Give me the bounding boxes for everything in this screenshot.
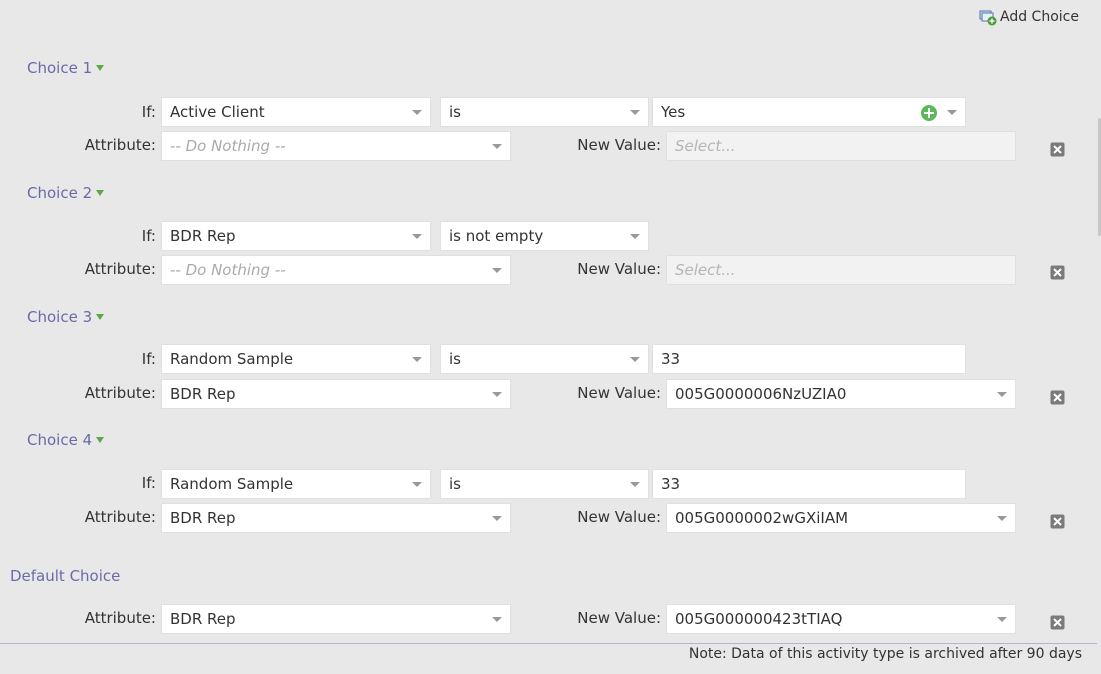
new-value-select[interactable]: 005G0000002wGXiIAM	[666, 503, 1016, 533]
choice-1-header[interactable]: Choice 1	[27, 59, 105, 77]
add-choice-icon	[979, 10, 997, 26]
default-choice-header: Default Choice	[10, 567, 121, 585]
new-value-label: New Value:	[577, 508, 661, 526]
if-label: If:	[141, 103, 156, 121]
attribute-label: Attribute:	[84, 136, 156, 154]
delete-x-icon[interactable]	[1050, 265, 1065, 280]
chevron-down-icon	[630, 110, 640, 115]
choice-2-title: Choice 2	[27, 184, 93, 202]
attribute-label: Attribute:	[84, 508, 156, 526]
new-value-label: New Value:	[577, 609, 661, 627]
choice-3-header[interactable]: Choice 3	[27, 308, 105, 326]
plus-circle-icon[interactable]	[920, 104, 938, 122]
chevron-down-icon	[997, 392, 1007, 397]
chevron-down-icon	[947, 110, 957, 115]
if-field-select[interactable]: Random Sample	[161, 344, 431, 374]
add-choice-button[interactable]: Add Choice	[979, 8, 1079, 26]
add-choice-label: Add Choice	[1000, 9, 1079, 25]
if-label: If:	[141, 474, 156, 492]
chevron-down-icon	[412, 482, 422, 487]
new-value-label: New Value:	[577, 384, 661, 402]
choice-3-title: Choice 3	[27, 308, 93, 326]
if-label: If:	[141, 227, 156, 245]
delete-x-icon[interactable]	[1050, 514, 1065, 529]
chevron-down-icon	[412, 357, 422, 362]
new-value-select[interactable]: 005G0000006NzUZIA0	[666, 379, 1016, 409]
chevron-down-icon	[630, 357, 640, 362]
if-label: If:	[141, 350, 156, 368]
scrollbar[interactable]	[1097, 0, 1101, 674]
chevron-down-icon	[997, 516, 1007, 521]
chevron-down-icon	[492, 617, 502, 622]
new-value-input[interactable]: Select...	[666, 255, 1016, 285]
chevron-down-icon	[492, 392, 502, 397]
chevron-down-icon	[492, 516, 502, 521]
attribute-label: Attribute:	[84, 260, 156, 278]
attribute-select[interactable]: BDR Rep	[161, 379, 511, 409]
delete-x-icon[interactable]	[1050, 615, 1065, 630]
if-field-select[interactable]: BDR Rep	[161, 221, 431, 251]
attribute-select[interactable]: -- Do Nothing --	[161, 131, 511, 161]
operator-select[interactable]: is not empty	[440, 221, 649, 251]
operator-select[interactable]: is	[440, 97, 649, 127]
choice-2-header[interactable]: Choice 2	[27, 184, 105, 202]
attribute-label: Attribute:	[84, 384, 156, 402]
new-value-input[interactable]: Select...	[666, 131, 1016, 161]
chevron-down-icon	[412, 110, 422, 115]
triangle-down-icon	[96, 190, 105, 196]
default-attribute-select[interactable]: BDR Rep	[161, 604, 511, 634]
default-new-value-select[interactable]: 005G000000423tTIAQ	[666, 604, 1016, 634]
chevron-down-icon	[997, 617, 1007, 622]
triangle-down-icon	[96, 65, 105, 71]
choice-4-header[interactable]: Choice 4	[27, 431, 105, 449]
chevron-down-icon	[492, 144, 502, 149]
if-field-select[interactable]: Active Client	[161, 97, 431, 127]
archive-note: Note: Data of this activity type is arch…	[688, 646, 1082, 662]
delete-x-icon[interactable]	[1050, 142, 1065, 157]
chevron-down-icon	[412, 234, 422, 239]
new-value-label: New Value:	[577, 260, 661, 278]
attribute-select[interactable]: -- Do Nothing --	[161, 255, 511, 285]
if-field-select[interactable]: Random Sample	[161, 469, 431, 499]
attribute-select[interactable]: BDR Rep	[161, 503, 511, 533]
value-select[interactable]: Yes	[652, 97, 966, 127]
choice-4-title: Choice 4	[27, 431, 93, 449]
value-input[interactable]: 33	[652, 344, 966, 374]
value-input[interactable]: 33	[652, 469, 966, 499]
delete-x-icon[interactable]	[1050, 390, 1065, 405]
attribute-label: Attribute:	[84, 609, 156, 627]
triangle-down-icon	[96, 314, 105, 320]
new-value-label: New Value:	[577, 136, 661, 154]
chevron-down-icon	[492, 268, 502, 273]
chevron-down-icon	[630, 482, 640, 487]
chevron-down-icon	[630, 234, 640, 239]
footer-divider	[0, 643, 1097, 644]
choice-1-title: Choice 1	[27, 59, 93, 77]
operator-select[interactable]: is	[440, 344, 649, 374]
operator-select[interactable]: is	[440, 469, 649, 499]
triangle-down-icon	[96, 437, 105, 443]
